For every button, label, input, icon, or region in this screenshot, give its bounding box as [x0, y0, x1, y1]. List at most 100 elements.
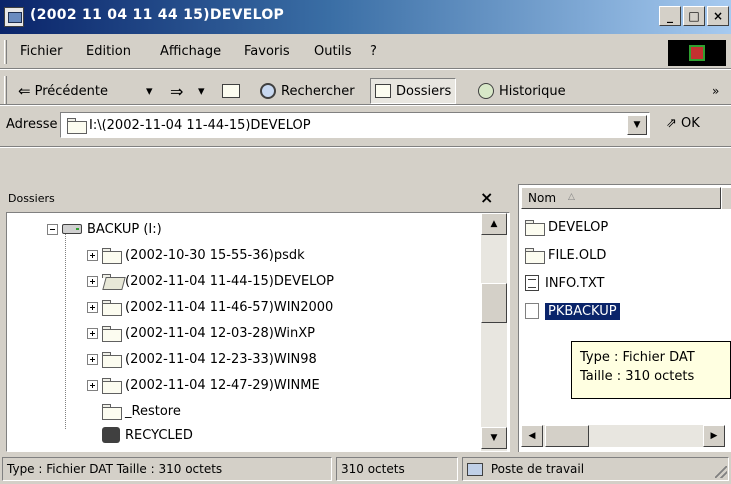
- menu-outils[interactable]: Outils: [314, 44, 352, 59]
- folders-close-button[interactable]: ×: [480, 188, 493, 207]
- file-item-file-old[interactable]: FILE.OLD: [525, 243, 606, 267]
- menu-grip[interactable]: [4, 40, 7, 64]
- menu-bar: Fichier Edition Affichage Favoris Outils…: [0, 38, 731, 66]
- address-separator: [0, 146, 731, 148]
- windows-logo-icon: [668, 40, 726, 66]
- text-file-icon: [525, 275, 539, 291]
- up-folder-button[interactable]: [222, 78, 240, 104]
- tree-vertical-scrollbar[interactable]: ▲ ▼: [481, 213, 507, 451]
- go-arrow-icon: ⇗: [666, 116, 677, 131]
- tree-item-folder[interactable]: (2002-10-30 15-55-36)psdk: [87, 243, 305, 267]
- window-title: (2002 11 04 11 44 15)DEVELOP: [30, 7, 285, 23]
- status-zone-label: Poste de travail: [490, 462, 585, 476]
- address-dropdown[interactable]: ▼: [627, 115, 647, 135]
- maximize-button[interactable]: □: [683, 6, 705, 26]
- expand-icon[interactable]: [87, 327, 98, 339]
- search-button[interactable]: Rechercher: [260, 78, 355, 104]
- tree-item-label: (2002-11-04 12-03-28)WinXP: [125, 325, 315, 341]
- scroll-down-button[interactable]: ▼: [481, 427, 507, 449]
- tree-item-backup-drive[interactable]: BACKUP (I:): [47, 217, 162, 241]
- back-arrow-icon: ⇐: [18, 82, 31, 100]
- expand-icon[interactable]: [87, 353, 98, 365]
- tree-item-label: (2002-11-04 11-44-15)DEVELOP: [125, 273, 335, 289]
- column-header-name[interactable]: Nom △: [521, 187, 721, 209]
- folders-title: Dossiers: [8, 192, 55, 205]
- scroll-right-button[interactable]: ▶: [703, 425, 725, 447]
- file-item-info-txt[interactable]: INFO.TXT: [525, 271, 604, 295]
- menu-affichage[interactable]: Affichage: [160, 44, 221, 59]
- history-icon: [478, 83, 494, 99]
- folders-pane: Dossiers × BACKUP (I:) (2002-10-30 15-55…: [6, 150, 510, 452]
- menu-edition[interactable]: Edition: [86, 44, 131, 59]
- tree-item-folder[interactable]: (2002-11-04 12-03-28)WinXP: [87, 321, 315, 345]
- address-input[interactable]: I:\(2002-11-04 11-44-15)DEVELOP ▼: [60, 112, 650, 138]
- files-horizontal-scrollbar[interactable]: ◀ ▶: [521, 425, 731, 447]
- scroll-left-button[interactable]: ◀: [521, 425, 543, 447]
- back-dropdown[interactable]: ▾: [146, 78, 153, 104]
- history-label: Historique: [499, 83, 566, 99]
- column-name-label: Nom: [528, 191, 557, 205]
- folder-icon: [525, 248, 545, 264]
- column-header-next[interactable]: [721, 187, 731, 209]
- tree-item-label: (2002-11-04 12-23-33)WIN98: [125, 351, 317, 367]
- tree-item-folder[interactable]: (2002-11-04 12-47-29)WINME: [87, 373, 320, 397]
- collapse-icon[interactable]: [47, 223, 58, 235]
- address-bar: Adresse I:\(2002-11-04 11-44-15)DEVELOP …: [0, 108, 731, 142]
- tree-item-recycled[interactable]: RECYCLED: [102, 423, 193, 447]
- tree-item-folder-current[interactable]: (2002-11-04 11-44-15)DEVELOP: [87, 269, 334, 293]
- menu-help[interactable]: ?: [370, 44, 377, 59]
- menu-separator: [0, 68, 731, 70]
- go-label: OK: [681, 116, 700, 131]
- folders-button[interactable]: Dossiers: [370, 78, 457, 104]
- back-label: Précédente: [34, 83, 108, 99]
- drive-icon: [62, 224, 82, 234]
- file-name-selected: PKBACKUP: [545, 302, 620, 320]
- go-button[interactable]: ⇗ OK: [666, 116, 700, 131]
- scroll-thumb[interactable]: [481, 283, 507, 323]
- forward-button[interactable]: ⇒: [170, 78, 183, 104]
- file-name: INFO.TXT: [545, 275, 605, 291]
- file-name: FILE.OLD: [548, 247, 607, 263]
- expand-icon[interactable]: [87, 301, 98, 313]
- forward-dropdown[interactable]: ▾: [198, 78, 205, 104]
- status-bar: Type : Fichier DAT Taille : 310 octets 3…: [0, 454, 731, 484]
- history-button[interactable]: Historique: [478, 78, 566, 104]
- scroll-thumb[interactable]: [545, 425, 589, 447]
- folders-icon: [375, 84, 391, 98]
- file-item-develop[interactable]: DEVELOP: [525, 215, 608, 239]
- tree-item-folder[interactable]: _Restore: [102, 399, 181, 423]
- menu-favoris[interactable]: Favoris: [244, 44, 290, 59]
- tree-item-label: (2002-11-04 11-46-57)WIN2000: [125, 299, 334, 315]
- file-item-pkbackup[interactable]: PKBACKUP: [525, 299, 620, 323]
- folder-tree: BACKUP (I:) (2002-10-30 15-55-36)psdk (2…: [6, 212, 510, 452]
- files-pane: Nom △ DEVELOP FILE.OLD INFO.TXT PKBACKUP…: [518, 184, 731, 452]
- title-bar[interactable]: (2002 11 04 11 44 15)DEVELOP _ □ ×: [0, 0, 731, 34]
- explorer-window: (2002 11 04 11 44 15)DEVELOP _ □ × Fichi…: [0, 0, 731, 484]
- toolbar-separator: [0, 104, 731, 106]
- search-icon: [260, 83, 276, 99]
- menu-fichier[interactable]: Fichier: [20, 44, 63, 59]
- minimize-button[interactable]: _: [659, 6, 681, 26]
- expand-icon[interactable]: [87, 249, 98, 261]
- back-button[interactable]: ⇐ Précédente: [18, 78, 108, 104]
- toolbar-grip[interactable]: [4, 76, 7, 104]
- folder-icon: [102, 326, 122, 342]
- folder-icon: [102, 352, 122, 368]
- toolbar-more-button[interactable]: »: [712, 78, 719, 104]
- expand-icon[interactable]: [87, 275, 98, 287]
- folder-icon: [102, 300, 122, 316]
- toolbar: ⇐ Précédente ▾ ⇒ ▾ Rechercher Dossiers H…: [0, 72, 731, 108]
- folder-icon: [525, 220, 545, 236]
- status-size: 310 octets: [336, 457, 458, 481]
- address-value: I:\(2002-11-04 11-44-15)DEVELOP: [89, 118, 311, 133]
- close-button[interactable]: ×: [707, 6, 729, 26]
- computer-icon: [467, 463, 483, 476]
- tree-item-folder[interactable]: (2002-11-04 11-46-57)WIN2000: [87, 295, 333, 319]
- folders-label: Dossiers: [396, 83, 452, 99]
- folder-icon: [102, 404, 122, 420]
- resize-grip-icon[interactable]: [715, 466, 727, 478]
- scroll-up-button[interactable]: ▲: [481, 213, 507, 235]
- window-icon[interactable]: [4, 7, 24, 27]
- expand-icon[interactable]: [87, 379, 98, 391]
- tree-item-folder[interactable]: (2002-11-04 12-23-33)WIN98: [87, 347, 317, 371]
